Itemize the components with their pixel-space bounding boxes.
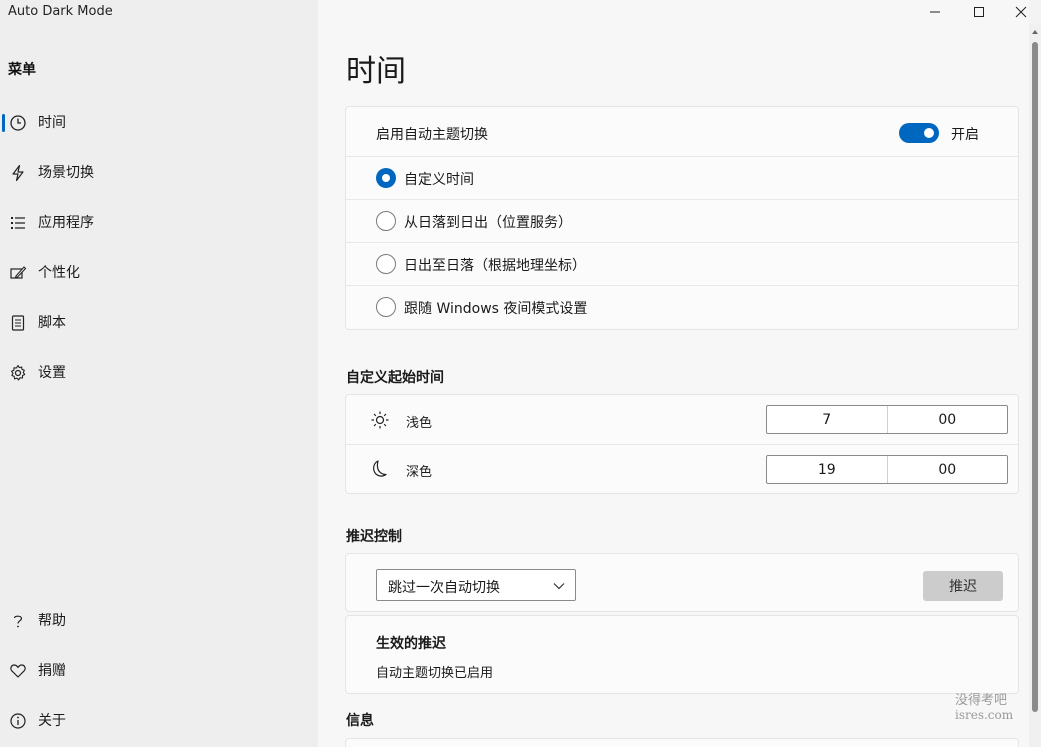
watermark-line2: isres.com <box>955 708 1014 722</box>
mode-option-label: 从日落到日出（位置服务） <box>404 215 572 231</box>
postpone-card: 跳过一次自动切换 推迟 <box>345 553 1019 612</box>
minimize-button[interactable] <box>913 0 957 24</box>
sun-icon <box>371 411 389 429</box>
postpone-button[interactable]: 推迟 <box>923 571 1003 601</box>
scroll-thumb[interactable] <box>1032 42 1038 712</box>
sidebar-item-label: 应用程序 <box>38 215 94 231</box>
sidebar-item-about[interactable]: 关于 <box>0 701 318 741</box>
dark-hour[interactable]: 19 <box>767 456 887 483</box>
light-hour[interactable]: 7 <box>767 406 887 433</box>
clock-icon <box>10 115 26 131</box>
sidebar-item-label: 捐赠 <box>38 663 66 679</box>
auto-switch-label: 启用自动主题切换 <box>376 127 488 143</box>
light-minute[interactable]: 00 <box>886 406 1008 433</box>
toggle-knob <box>924 128 934 138</box>
postpone-dropdown-value: 跳过一次自动切换 <box>388 580 500 596</box>
personalize-icon <box>10 266 27 279</box>
selected-indicator <box>2 114 5 132</box>
radio-custom-time[interactable] <box>376 168 396 188</box>
sidebar-item-label: 场景切换 <box>38 165 94 181</box>
section-title-custom-start: 自定义起始时间 <box>346 370 444 386</box>
main-content: 时间 启用自动主题切换 开启 自定义时间 从日落到日出（位置服务） 日出至日落（… <box>318 0 1029 747</box>
watermark-line1: 没得考吧 <box>955 693 1008 708</box>
info-card <box>345 738 1019 747</box>
gear-icon <box>11 364 26 381</box>
mode-option-row[interactable]: 日出至日落（根据地理坐标） <box>346 242 1018 285</box>
sidebar-item-label: 个性化 <box>38 265 80 281</box>
radio-sunrise-to-sunset[interactable] <box>376 254 396 274</box>
dark-time-picker[interactable]: 19 00 <box>766 455 1008 484</box>
active-postpone-title: 生效的推迟 <box>376 636 446 652</box>
dark-time-row: 深色 19 00 <box>346 444 1018 493</box>
mode-option-row[interactable]: 跟随 Windows 夜间模式设置 <box>346 285 1018 329</box>
sidebar-item-donate[interactable]: 捐赠 <box>0 651 318 691</box>
maximize-icon <box>974 7 984 17</box>
moon-icon <box>373 460 387 477</box>
app-title: Auto Dark Mode <box>8 4 113 19</box>
mode-option-row[interactable]: 从日落到日出（位置服务） <box>346 199 1018 242</box>
page-title: 时间 <box>346 54 406 89</box>
close-icon <box>1015 6 1027 18</box>
app-window: Auto Dark Mode 菜单 时间 场景切换 应用程序 个性化 脚本 设置… <box>0 0 1041 747</box>
sidebar-item-settings[interactable]: 设置 <box>0 353 318 393</box>
menu-title: 菜单 <box>8 62 36 78</box>
postpone-dropdown[interactable]: 跳过一次自动切换 <box>376 569 576 601</box>
heart-icon <box>10 664 26 678</box>
document-icon <box>11 315 25 331</box>
mode-option-label: 自定义时间 <box>404 172 474 188</box>
mode-option-label: 日出至日落（根据地理坐标） <box>404 258 586 274</box>
light-time-picker[interactable]: 7 00 <box>766 405 1008 434</box>
light-label: 浅色 <box>406 416 433 431</box>
radio-sunset-to-sunrise[interactable] <box>376 211 396 231</box>
section-title-postpone: 推迟控制 <box>346 529 402 545</box>
sidebar-item-label: 脚本 <box>38 315 66 331</box>
minimize-icon <box>930 11 940 13</box>
dark-minute[interactable]: 00 <box>886 456 1008 483</box>
question-icon <box>13 615 23 628</box>
lightning-icon <box>12 164 24 182</box>
radio-windows-night-light[interactable] <box>376 297 396 317</box>
close-button[interactable] <box>1001 0 1041 24</box>
list-icon <box>11 217 25 229</box>
info-icon <box>10 713 26 729</box>
chevron-down-icon <box>553 583 565 590</box>
section-title-info: 信息 <box>346 713 374 729</box>
vertical-scrollbar[interactable] <box>1029 24 1041 747</box>
light-time-row: 浅色 7 00 <box>346 395 1018 444</box>
sidebar-item-scene-switch[interactable]: 场景切换 <box>0 153 318 193</box>
auto-switch-toggle[interactable] <box>899 123 939 143</box>
sidebar-item-help[interactable]: 帮助 <box>0 601 318 641</box>
auto-switch-state: 开启 <box>951 127 979 143</box>
auto-switch-row: 启用自动主题切换 开启 <box>346 107 1018 156</box>
sidebar-item-label: 设置 <box>38 365 66 381</box>
scroll-up-arrow-icon[interactable] <box>1031 28 1039 36</box>
mode-option-label: 跟随 Windows 夜间模式设置 <box>404 301 588 317</box>
sidebar-item-scripts[interactable]: 脚本 <box>0 303 318 343</box>
dark-label: 深色 <box>406 465 433 480</box>
theme-mode-card: 启用自动主题切换 开启 自定义时间 从日落到日出（位置服务） 日出至日落（根据地… <box>345 106 1019 330</box>
sidebar-item-personalize[interactable]: 个性化 <box>0 253 318 293</box>
sidebar-item-apps[interactable]: 应用程序 <box>0 203 318 243</box>
sidebar: Auto Dark Mode 菜单 时间 场景切换 应用程序 个性化 脚本 设置… <box>0 0 318 747</box>
maximize-button[interactable] <box>957 0 1001 24</box>
sidebar-item-label: 帮助 <box>38 613 66 629</box>
active-postpone-status: 自动主题切换已启用 <box>376 666 494 681</box>
custom-start-card: 浅色 7 00 深色 19 00 <box>345 394 1019 494</box>
sidebar-item-label: 关于 <box>38 713 66 729</box>
sidebar-item-time[interactable]: 时间 <box>0 103 318 143</box>
sidebar-item-label: 时间 <box>38 115 66 131</box>
watermark: 没得考吧 isres.com <box>955 693 1025 723</box>
mode-option-row[interactable]: 自定义时间 <box>346 156 1018 199</box>
active-postpone-card: 生效的推迟 自动主题切换已启用 <box>345 615 1019 694</box>
